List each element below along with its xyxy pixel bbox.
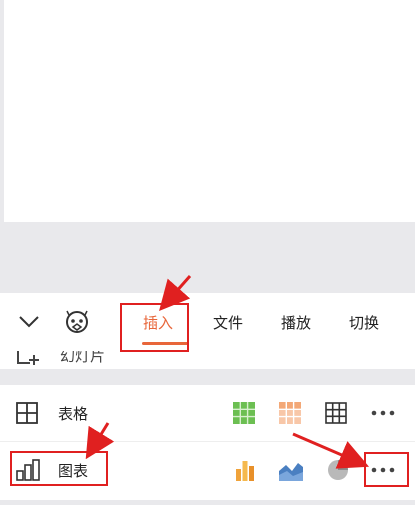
annotation-arrows [85, 275, 370, 469]
screen: 插入 文件 播放 切换 幻灯片 表格 图表 [0, 0, 415, 505]
insert-arrow [159, 275, 192, 311]
more-arrow [292, 432, 370, 469]
chart-arrow [85, 422, 115, 460]
